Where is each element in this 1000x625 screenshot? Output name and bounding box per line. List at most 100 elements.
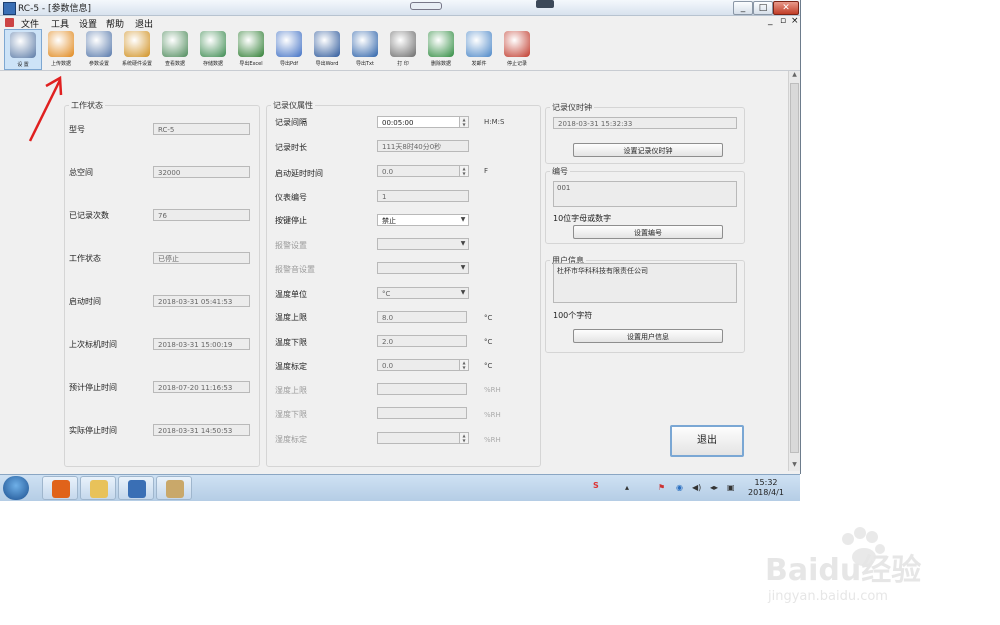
scroll-thumb[interactable] — [790, 83, 799, 453]
clock-title: 记录仪时钟 — [550, 102, 594, 113]
toolbar-button-printer[interactable]: 打 印 — [384, 29, 422, 70]
gear-icon — [86, 31, 112, 57]
key-stop-select[interactable]: 禁止 ▼ — [377, 214, 469, 226]
action-center-icon[interactable]: ▣ — [727, 483, 735, 492]
delay-input[interactable]: 0.0 ▲ ▼ — [377, 165, 469, 177]
toolbar-button-trash[interactable]: 删除数据 — [422, 29, 460, 70]
parameter-info-panel: 工作状态 型号 RC-5 总空间 32000 已记录次数 76 工作状态 已停止 启动时间 201… — [0, 71, 788, 474]
duration-value: 111天8时40分0秒 — [382, 143, 442, 151]
toolbar-button-word[interactable]: 导出Word — [308, 29, 346, 70]
volume-icon[interactable]: ◀) — [692, 483, 701, 492]
hum-upper-input[interactable] — [377, 383, 467, 395]
toolbar-button-upload[interactable]: 上传数据 — [42, 29, 80, 70]
toolbar-label: 导出Excel — [239, 61, 263, 67]
alarm-select[interactable]: ▼ — [377, 238, 469, 250]
interval-spinner[interactable]: ▲ ▼ — [459, 117, 468, 127]
taskbar-clock[interactable]: 15:32 2018/4/1 — [748, 478, 784, 498]
chevron-down-icon[interactable]: ▼ — [458, 288, 468, 298]
set-serial-button[interactable]: 设置编号 — [573, 225, 723, 239]
toolbar-button-hardware-gear[interactable]: 系统硬件设置 — [118, 29, 156, 70]
temp-unit-select[interactable]: °C ▼ — [377, 287, 469, 299]
temp-calib-spinner[interactable]: ▲ ▼ — [459, 360, 468, 370]
hum-calib-label: 湿度标定 — [275, 435, 307, 444]
user-info-input[interactable]: 杜杯市华科科技有限责任公司 — [553, 263, 737, 303]
flag-icon[interactable]: ⚑ — [658, 483, 665, 492]
toolbar-button-settings[interactable]: 设 置 — [4, 29, 42, 70]
instrument-no-label: 仪表编号 — [275, 193, 307, 202]
set-clock-button[interactable]: 设置记录仪时钟 — [573, 143, 723, 157]
scroll-down-icon[interactable]: ▼ — [789, 461, 800, 471]
title-bar[interactable]: RC-5 - [参数信息] _ □ ✕ — [0, 0, 800, 16]
sogou-ime-icon[interactable]: S — [593, 481, 599, 490]
paint-icon — [166, 480, 184, 498]
security-icon[interactable]: ◉ — [676, 483, 683, 492]
minimize-button[interactable]: _ — [733, 1, 753, 15]
duration-field: 111天8时40分0秒 — [377, 140, 469, 152]
toolbar-button-mail[interactable]: 发邮件 — [460, 29, 498, 70]
taskbar-app-explorer[interactable] — [80, 476, 116, 500]
maximize-button[interactable]: □ — [753, 1, 773, 15]
network-icon[interactable]: ◂▸ — [710, 483, 718, 492]
instrument-no-field[interactable]: 1 — [377, 190, 469, 202]
toolbar-button-view-data[interactable]: 查看数据 — [156, 29, 194, 70]
hum-calib-input[interactable]: ▲ ▼ — [377, 432, 469, 444]
recorder-props-title: 记录仪属性 — [271, 100, 315, 111]
exit-button[interactable]: 退出 — [670, 425, 744, 457]
chevron-down-icon[interactable]: ▼ — [458, 215, 468, 225]
work-status-label: 工作状态 — [69, 254, 101, 263]
explorer-icon — [90, 480, 108, 498]
work-status-value: 76 — [158, 212, 167, 220]
mdi-minimize-button[interactable]: _ — [768, 16, 773, 26]
hum-calib-spinner[interactable]: ▲ ▼ — [459, 433, 468, 443]
stop-record-icon — [504, 31, 530, 57]
work-status-value: 已停止 — [158, 255, 179, 263]
close-button[interactable]: ✕ — [773, 1, 799, 15]
temp-upper-input[interactable]: 8.0 — [377, 311, 467, 323]
hum-lower-input[interactable] — [377, 407, 467, 419]
chevron-down-icon[interactable]: ▼ — [458, 263, 468, 273]
excel-icon — [238, 31, 264, 57]
mdi-restore-button[interactable]: ▫ — [780, 16, 786, 26]
temp-calib-input[interactable]: 0.0 ▲ ▼ — [377, 359, 469, 371]
toolbar-label: 导出Txt — [356, 61, 374, 67]
toolbar-button-save-data[interactable]: 存储数据 — [194, 29, 232, 70]
taskbar-app-rc5-app[interactable] — [118, 476, 154, 500]
hum-lower-unit: %RH — [484, 411, 501, 419]
toolbar-label: 上传数据 — [50, 61, 71, 67]
ime-toolbar-grip[interactable] — [410, 2, 442, 10]
toolbar-button-pdf[interactable]: 导出Pdf — [270, 29, 308, 70]
mdi-close-button[interactable]: × — [791, 16, 799, 26]
scroll-up-icon[interactable]: ▲ — [789, 71, 800, 81]
mini-widget[interactable] — [536, 0, 554, 8]
hum-calib-unit: %RH — [484, 436, 501, 444]
start-button[interactable] — [3, 476, 29, 500]
toolbar-button-txt[interactable]: 导出Txt — [346, 29, 384, 70]
temp-calib-unit: °C — [484, 362, 493, 370]
temp-lower-input[interactable]: 2.0 — [377, 335, 467, 347]
set-user-info-button[interactable]: 设置用户信息 — [573, 329, 723, 343]
toolbar-button-stop-record[interactable]: 停止记录 — [498, 29, 536, 70]
work-status-label: 总空间 — [69, 168, 93, 177]
show-hidden-icons-icon[interactable]: ▴ — [625, 483, 629, 492]
serial-input[interactable]: 001 — [553, 181, 737, 207]
toolbar-label: 停止记录 — [506, 61, 527, 67]
temp-lower-label: 温度下限 — [275, 338, 307, 347]
baidu-watermark: Baidu经验 jingyan.baidu.com — [760, 525, 980, 605]
taskbar-app-browser[interactable] — [42, 476, 78, 500]
chevron-down-icon[interactable]: ▼ — [458, 239, 468, 249]
toolbar-button-excel[interactable]: 导出Excel — [232, 29, 270, 70]
toolbar-button-gear[interactable]: 参数设置 — [80, 29, 118, 70]
toolbar-label: 删除数据 — [430, 61, 451, 67]
vertical-scrollbar[interactable]: ▲ ▼ — [788, 71, 800, 471]
serial-value: 001 — [557, 184, 571, 192]
work-status-title: 工作状态 — [69, 100, 105, 111]
alarm-tone-select[interactable]: ▼ — [377, 262, 469, 274]
key-stop-value: 禁止 — [382, 217, 396, 225]
taskbar-app-paint[interactable] — [156, 476, 192, 500]
work-status-value: 2018-03-31 05:41:53 — [158, 298, 233, 306]
delay-unit: F — [484, 167, 489, 175]
app-icon — [3, 2, 16, 15]
delay-spinner[interactable]: ▲ ▼ — [459, 166, 468, 176]
interval-input[interactable]: 00:05:00 ▲ ▼ — [377, 116, 469, 128]
key-stop-label: 按键停止 — [275, 216, 307, 225]
